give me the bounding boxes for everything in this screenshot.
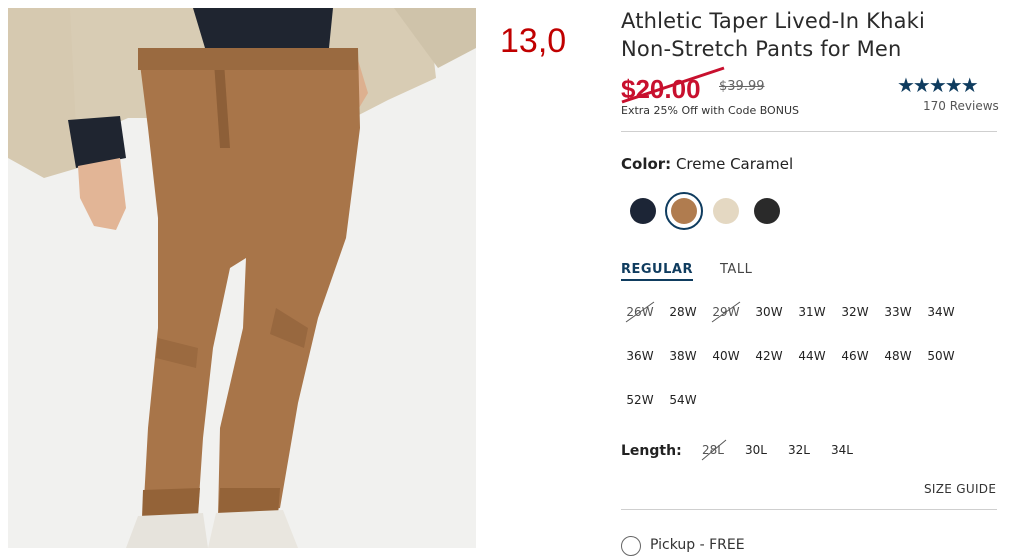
unavailable-slash-icon: [625, 301, 655, 323]
size-31w[interactable]: 31W: [792, 305, 832, 319]
rating-stars-icon[interactable]: ★★★★★: [897, 73, 979, 97]
size-30w[interactable]: 30W: [749, 305, 789, 319]
original-price: $39.99: [719, 79, 765, 94]
divider: [621, 509, 997, 510]
color-label-row: Color: Creme Caramel: [621, 155, 793, 173]
size-40w[interactable]: 40W: [706, 349, 746, 363]
unavailable-slash-icon: [701, 439, 727, 461]
product-title: Athletic Taper Lived-In Khaki Non-Stretc…: [621, 7, 1001, 63]
length-label: Length:: [621, 443, 682, 459]
swatch-khaki-light[interactable]: [713, 198, 739, 224]
product-title-line2: Non-Stretch Pants for Men: [621, 37, 902, 61]
reviews-link[interactable]: 170 Reviews: [923, 99, 999, 113]
tab-regular[interactable]: REGULAR: [621, 262, 693, 281]
product-title-line1: Athletic Taper Lived-In Khaki: [621, 9, 926, 33]
length-32l[interactable]: 32L: [779, 443, 819, 457]
size-guide-link[interactable]: SIZE GUIDE: [924, 482, 996, 496]
size-32w[interactable]: 32W: [835, 305, 875, 319]
promo-text: Extra 25% Off with Code BONUS: [621, 104, 799, 117]
swatch-navy[interactable]: [630, 198, 656, 224]
size-28w[interactable]: 28W: [663, 305, 703, 319]
swatch-black[interactable]: [754, 198, 780, 224]
divider: [621, 131, 997, 132]
size-48w[interactable]: 48W: [878, 349, 918, 363]
size-54w[interactable]: 54W: [663, 393, 703, 407]
pickup-radio[interactable]: [621, 536, 641, 556]
pickup-label: Pickup - FREE: [650, 537, 745, 553]
size-44w[interactable]: 44W: [792, 349, 832, 363]
size-42w[interactable]: 42W: [749, 349, 789, 363]
size-46w[interactable]: 46W: [835, 349, 875, 363]
size-33w[interactable]: 33W: [878, 305, 918, 319]
length-34l[interactable]: 34L: [822, 443, 862, 457]
product-image[interactable]: [8, 8, 476, 548]
color-label: Color:: [621, 155, 672, 173]
size-38w[interactable]: 38W: [663, 349, 703, 363]
price-strike-annotation: [621, 66, 725, 104]
size-50w[interactable]: 50W: [921, 349, 961, 363]
price-annotation: 13,0: [500, 22, 567, 60]
product-photo-illustration: [8, 8, 476, 548]
unavailable-slash-icon: [711, 301, 741, 323]
swatch-selected-ring[interactable]: [665, 192, 703, 230]
size-52w[interactable]: 52W: [620, 393, 660, 407]
length-30l[interactable]: 30L: [736, 443, 776, 457]
size-34w[interactable]: 34W: [921, 305, 961, 319]
tab-tall[interactable]: TALL: [720, 262, 752, 277]
swatch-creme-caramel[interactable]: [671, 198, 697, 224]
size-36w[interactable]: 36W: [620, 349, 660, 363]
color-selected-name: Creme Caramel: [675, 155, 794, 173]
